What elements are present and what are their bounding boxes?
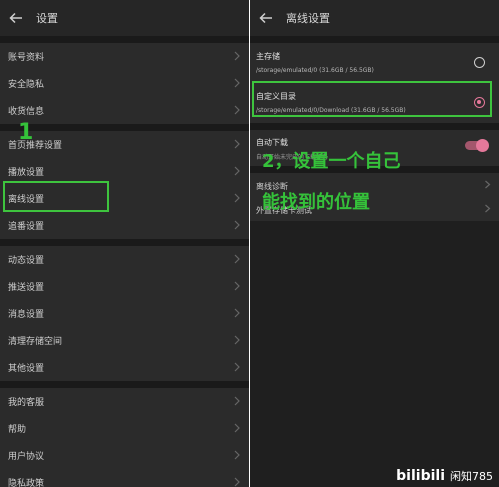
settings-panel: 设置 账号资料 安全隐私 收货信息 首页推荐设置 播放设置 离线设置 追番设置 动态设置 推送设… — [0, 0, 249, 487]
settings-item-label: 隐私政策 — [8, 479, 45, 487]
settings-item-label: 收货信息 — [8, 107, 45, 117]
settings-item[interactable]: 追番设置 — [0, 212, 249, 239]
settings-item-label: 首页推荐设置 — [8, 141, 63, 151]
watermark-text: 闲知785 — [450, 470, 493, 483]
chevron-right-icon — [233, 308, 241, 318]
settings-item-label: 播放设置 — [8, 168, 45, 178]
divider — [0, 381, 249, 388]
settings-item[interactable]: 用户协议 — [0, 442, 249, 469]
chevron-right-icon — [233, 78, 241, 88]
chevron-right-icon — [233, 254, 241, 264]
settings-item-label: 账号资料 — [8, 53, 45, 63]
settings-item[interactable]: 收货信息 — [0, 97, 249, 124]
offline-top-bar: 离线设置 — [250, 0, 499, 36]
chevron-right-icon — [233, 166, 241, 176]
chevron-right-icon — [233, 139, 241, 149]
settings-item[interactable]: 隐私政策 — [0, 469, 249, 487]
settings-item[interactable]: 消息设置 — [0, 300, 249, 327]
radio-button[interactable] — [474, 57, 485, 68]
settings-item-label: 其他设置 — [8, 364, 45, 374]
annotation-step-2-line-1: 2，设置一个自己 — [262, 151, 401, 172]
settings-item-label: 帮助 — [8, 425, 27, 435]
divider — [250, 36, 499, 43]
chevron-right-icon — [233, 193, 241, 203]
annotation-step-2-line-2: 能找到的位置 — [262, 192, 370, 213]
settings-item-label: 推送设置 — [8, 283, 45, 293]
highlight-custom-directory — [252, 81, 492, 117]
chevron-right-icon — [233, 51, 241, 61]
back-arrow-icon[interactable] — [8, 10, 24, 26]
storage-path: /storage/emulated/0 (31.6GB / 56.5GB) — [256, 67, 374, 74]
chevron-right-icon — [233, 220, 241, 230]
settings-item[interactable]: 其他设置 — [0, 354, 249, 381]
settings-item[interactable]: 安全隐私 — [0, 70, 249, 97]
divider — [250, 123, 499, 130]
settings-item-label: 动态设置 — [8, 256, 45, 266]
chevron-right-icon — [233, 423, 241, 433]
settings-item-label: 消息设置 — [8, 310, 45, 320]
divider — [0, 239, 249, 246]
divider — [0, 36, 249, 43]
chevron-right-icon — [233, 396, 241, 406]
settings-item[interactable]: 首页推荐设置 — [0, 131, 249, 158]
auto-download-toggle[interactable] — [465, 139, 489, 152]
settings-list: 账号资料 安全隐私 收货信息 首页推荐设置 播放设置 离线设置 追番设置 动态设置 推送设置 消息… — [0, 36, 249, 487]
settings-top-bar: 设置 — [0, 0, 249, 36]
settings-item-label: 安全隐私 — [8, 80, 45, 90]
annotation-step-1: 1 — [18, 120, 34, 145]
chevron-right-icon — [233, 362, 241, 372]
chevron-right-icon — [484, 180, 491, 189]
chevron-right-icon — [233, 281, 241, 291]
toggle-knob — [476, 139, 489, 152]
settings-item[interactable]: 推送设置 — [0, 273, 249, 300]
chevron-right-icon — [233, 105, 241, 115]
settings-item[interactable]: 账号资料 — [0, 43, 249, 70]
chevron-right-icon — [484, 204, 491, 213]
chevron-right-icon — [233, 477, 241, 487]
highlight-offline-settings — [3, 181, 109, 212]
settings-item[interactable]: 我的客服 — [0, 388, 249, 415]
chevron-right-icon — [233, 335, 241, 345]
settings-item[interactable]: 动态设置 — [0, 246, 249, 273]
settings-item-label: 清理存储空间 — [8, 337, 63, 347]
divider — [0, 124, 249, 131]
storage-option-main[interactable]: 主存储 /storage/emulated/0 (31.6GB / 56.5GB… — [250, 43, 499, 83]
settings-item-label: 追番设置 — [8, 222, 45, 232]
bilibili-logo: bilibili — [396, 468, 445, 484]
settings-item[interactable]: 帮助 — [0, 415, 249, 442]
page-title: 离线设置 — [286, 12, 330, 25]
settings-item[interactable]: 清理存储空间 — [0, 327, 249, 354]
back-arrow-icon[interactable] — [258, 10, 274, 26]
chevron-right-icon — [233, 450, 241, 460]
settings-item-label: 用户协议 — [8, 452, 45, 462]
storage-name: 主存储 — [256, 52, 280, 61]
page-title: 设置 — [36, 12, 58, 25]
watermark: bilibili 闲知785 — [396, 468, 493, 484]
settings-item-label: 我的客服 — [8, 398, 45, 408]
offline-settings-panel: 离线设置 主存储 /storage/emulated/0 (31.6GB / 5… — [250, 0, 499, 487]
